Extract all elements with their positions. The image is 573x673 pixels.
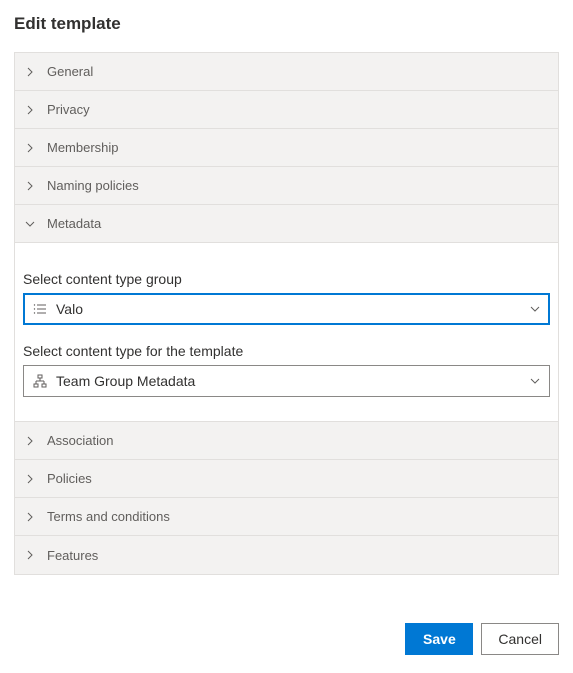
section-terms[interactable]: Terms and conditions xyxy=(15,498,558,536)
section-membership[interactable]: Membership xyxy=(15,129,558,167)
content-type-label: Select content type for the template xyxy=(23,343,550,359)
section-policies[interactable]: Policies xyxy=(15,460,558,498)
chevron-right-icon xyxy=(23,510,37,524)
section-label: Features xyxy=(47,548,98,563)
chevron-down-icon xyxy=(529,375,541,387)
section-general[interactable]: General xyxy=(15,53,558,91)
cancel-button[interactable]: Cancel xyxy=(481,623,559,655)
chevron-right-icon xyxy=(23,434,37,448)
chevron-right-icon xyxy=(23,548,37,562)
section-label: Membership xyxy=(47,140,119,155)
section-privacy[interactable]: Privacy xyxy=(15,91,558,129)
section-label: General xyxy=(47,64,93,79)
content-type-group-value: Valo xyxy=(56,301,529,317)
content-type-select[interactable]: Team Group Metadata xyxy=(23,365,550,397)
section-label: Association xyxy=(47,433,113,448)
section-naming-policies[interactable]: Naming policies xyxy=(15,167,558,205)
content-type-field: Select content type for the template Tea… xyxy=(23,343,550,397)
content-type-group-field: Select content type group Valo xyxy=(23,271,550,325)
section-features[interactable]: Features xyxy=(15,536,558,574)
section-label: Terms and conditions xyxy=(47,509,170,524)
hierarchy-icon xyxy=(32,373,48,389)
section-label: Policies xyxy=(47,471,92,486)
section-metadata[interactable]: Metadata xyxy=(15,205,558,243)
chevron-right-icon xyxy=(23,103,37,117)
content-type-value: Team Group Metadata xyxy=(56,373,529,389)
page-title: Edit template xyxy=(14,14,559,34)
list-icon xyxy=(32,301,48,317)
metadata-panel: Select content type group Valo xyxy=(15,243,558,422)
footer-actions: Save Cancel xyxy=(405,623,559,655)
content-type-group-label: Select content type group xyxy=(23,271,550,287)
chevron-right-icon xyxy=(23,141,37,155)
chevron-right-icon xyxy=(23,472,37,486)
content-type-group-select[interactable]: Valo xyxy=(23,293,550,325)
chevron-right-icon xyxy=(23,65,37,79)
chevron-right-icon xyxy=(23,179,37,193)
chevron-down-icon xyxy=(23,217,37,231)
save-button[interactable]: Save xyxy=(405,623,473,655)
section-label: Metadata xyxy=(47,216,101,231)
section-label: Naming policies xyxy=(47,178,139,193)
chevron-down-icon xyxy=(529,303,541,315)
section-association[interactable]: Association xyxy=(15,422,558,460)
section-label: Privacy xyxy=(47,102,90,117)
accordion-top: General Privacy Membership Naming polici… xyxy=(14,52,559,575)
